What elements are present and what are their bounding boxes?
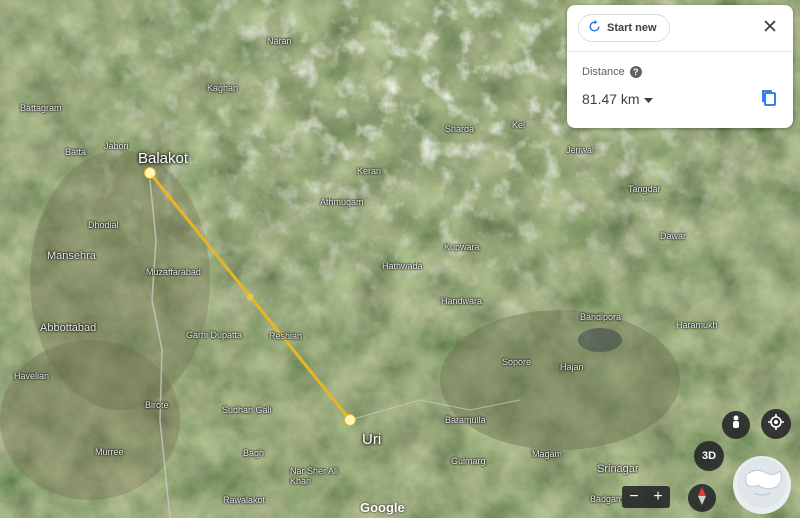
label-place: Abbottabad [40,322,97,334]
label-place: Jabori [104,141,129,151]
globe-view-button[interactable] [733,456,791,514]
3d-toggle-button[interactable]: 3D [694,441,724,471]
label-place: Hathwada [382,261,423,271]
help-icon[interactable]: ? [629,66,642,78]
street-view-button[interactable] [722,411,750,439]
label-place: Havelian [14,371,50,381]
start-marker[interactable] [144,167,156,179]
label-place: Athmuqam [320,197,364,207]
label-place: Murree [95,447,124,457]
divider [567,51,793,52]
zoom-out-button[interactable]: − [622,486,646,508]
zoom-in-button[interactable]: + [646,486,670,508]
label-place: Bagh [243,448,265,458]
distance-heading: Distance ? [582,66,642,78]
label-place: Kaghan [207,83,239,93]
distance-label: Distance [582,66,625,78]
label-place: Reshian [269,331,303,341]
label-place: Handwara [441,296,483,306]
label-place: Bandipora [580,312,622,322]
label-place: Magam [532,449,563,459]
google-attribution: Google [360,500,405,515]
midpoint-marker[interactable] [246,293,254,301]
label-place: Garhi Dupatta [186,330,243,340]
close-button[interactable] [757,15,783,41]
label-place: Gulmarg [451,456,486,466]
label-place: Keran [357,166,382,176]
label-place: Sopore [502,357,532,367]
label-place: Naran [267,36,292,46]
distance-unit-dropdown[interactable]: 81.47 km [582,91,653,107]
refresh-icon [588,20,601,36]
zoom-control: − + [622,486,670,508]
label-place: Batta [65,147,87,157]
compass-icon [697,486,707,510]
label-place: Tangdar [628,184,661,194]
label-place: Birote [145,400,169,410]
start-new-button[interactable]: Start new [578,14,670,42]
label-place: Dawar [660,231,687,241]
measure-panel: Start new Distance ? 81.47 km [567,5,793,128]
label-place: Haramukh [676,320,718,330]
label-place: Mansehra [47,250,96,262]
end-marker[interactable] [344,414,356,426]
pegman-icon [730,415,742,436]
label-place: Jenwal [566,145,595,155]
label-place: Muzaffarabad [146,267,201,277]
distance-value: 81.47 km [582,91,640,107]
label-place: Sharda [445,124,475,134]
label-uri: Uri [362,431,382,448]
label-place: Sudhan Gali [222,405,272,415]
label-place: Baramulla [445,415,486,425]
close-icon [764,19,776,37]
caret-down-icon [643,91,653,107]
label-place: Kupwara [444,242,480,252]
location-target-icon [768,413,784,435]
compass-button[interactable] [688,484,716,512]
label-place: Kel [512,120,526,130]
globe-icon [736,457,788,514]
copy-icon [761,90,777,111]
label-balakot: Balakot [138,150,189,167]
my-location-button[interactable] [761,409,791,439]
label-place: Srinagar [597,463,639,475]
start-new-label: Start new [607,22,657,34]
label-place: Battagram [20,103,62,113]
label-place: Badgam [590,494,624,504]
label-place: Dhodial [88,220,119,230]
label-place: Hajan [560,362,584,372]
label-place: Nar Sher Ali Khan [290,466,339,486]
copy-button[interactable] [761,89,777,112]
label-place: Rawalakot [223,495,266,505]
